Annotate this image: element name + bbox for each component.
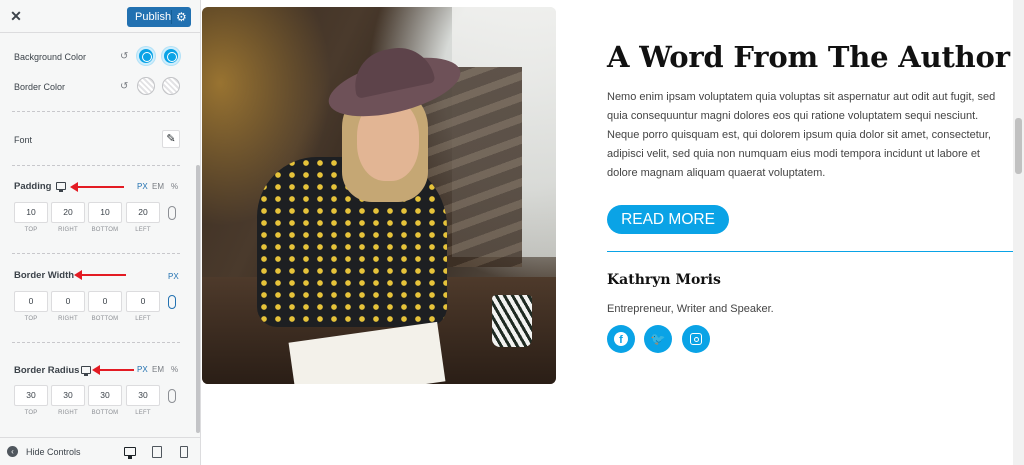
background-color-label: Background Color (14, 52, 87, 62)
divider (12, 342, 180, 343)
annotation-arrow (92, 365, 134, 375)
publish-label: Publish (135, 11, 172, 23)
hide-controls-icon[interactable]: ‹ (7, 446, 18, 457)
font-label: Font (14, 135, 33, 145)
publish-button[interactable]: Publish ⚙ (127, 7, 191, 27)
border-width-left-input[interactable]: 0 (126, 291, 160, 312)
author-role: Entrepreneur, Writer and Speaker. (607, 303, 774, 315)
caption-right: RIGHT (58, 410, 78, 416)
caption-right: RIGHT (58, 316, 78, 322)
caption-top: TOP (24, 410, 38, 416)
unit-px[interactable]: PX (137, 365, 148, 374)
sidebar-footer: ‹ Hide Controls (0, 437, 200, 465)
author-photo (202, 7, 556, 384)
border-color-label: Border Color (14, 82, 66, 92)
border-radius-right-input[interactable]: 30 (51, 385, 85, 406)
unit-percent[interactable]: % (171, 182, 178, 191)
sidebar-header: ✕ Publish ⚙ (0, 0, 200, 33)
unit-em[interactable]: EM (152, 182, 164, 191)
customizer-sidebar: ✕ Publish ⚙ Background Color ↺ Border Co… (0, 0, 201, 465)
border-radius-left-input[interactable]: 30 (126, 385, 160, 406)
link-values-icon[interactable] (168, 389, 176, 403)
caption-left: LEFT (135, 316, 151, 322)
instagram-icon[interactable] (682, 325, 710, 353)
border-width-label: Border Width (14, 270, 75, 281)
read-more-button[interactable]: READ MORE (607, 205, 729, 234)
border-width-bottom-input[interactable]: 0 (88, 291, 122, 312)
border-radius-label: Border Radius (14, 365, 80, 376)
caption-bottom: BOTTOM (91, 410, 119, 416)
section-body-text: Nemo enim ipsam voluptatem quia voluptas… (607, 91, 996, 179)
divider (12, 253, 180, 254)
divider (12, 165, 180, 166)
annotation-arrow (74, 270, 126, 280)
gear-icon[interactable]: ⚙ (176, 9, 187, 25)
hide-controls-button[interactable]: Hide Controls (26, 447, 81, 457)
divider-line (607, 251, 1013, 252)
padding-top-input[interactable]: 10 (14, 202, 48, 223)
caption-right: RIGHT (58, 227, 78, 233)
preview-scrollbar[interactable] (1015, 118, 1022, 174)
pencil-icon: ✎ (166, 133, 176, 145)
border-width-top-input[interactable]: 0 (14, 291, 48, 312)
caption-bottom: BOTTOM (91, 316, 119, 322)
facebook-icon[interactable]: f (607, 325, 635, 353)
link-values-icon[interactable] (168, 206, 176, 220)
caption-top: TOP (24, 227, 38, 233)
caption-top: TOP (24, 316, 38, 322)
border-width-right-input[interactable]: 0 (51, 291, 85, 312)
padding-bottom-input[interactable]: 10 (88, 202, 122, 223)
reset-icon[interactable]: ↺ (120, 51, 128, 63)
tablet-preview-icon[interactable] (152, 446, 162, 458)
edit-font-button[interactable]: ✎ (162, 130, 180, 148)
divider (12, 111, 180, 112)
border-radius-bottom-input[interactable]: 30 (88, 385, 122, 406)
background-color-swatch[interactable] (137, 47, 155, 65)
border-radius-top-input[interactable]: 30 (14, 385, 48, 406)
padding-label: Padding (14, 181, 52, 192)
close-icon[interactable]: ✕ (9, 8, 23, 24)
desktop-preview-icon[interactable] (124, 447, 136, 459)
unit-percent[interactable]: % (171, 365, 178, 374)
sidebar-scrollbar[interactable] (196, 165, 200, 433)
unit-px[interactable]: PX (168, 272, 179, 281)
border-hover-color-swatch[interactable] (162, 77, 180, 95)
preview-scrollbar-track (1013, 0, 1024, 465)
unit-px[interactable]: PX (137, 182, 148, 191)
padding-right-input[interactable]: 20 (51, 202, 85, 223)
caption-bottom: BOTTOM (91, 227, 119, 233)
mobile-preview-icon[interactable] (180, 446, 188, 458)
caption-left: LEFT (135, 410, 151, 416)
padding-left-input[interactable]: 20 (126, 202, 160, 223)
reset-icon[interactable]: ↺ (120, 81, 128, 93)
border-color-swatch[interactable] (137, 77, 155, 95)
twitter-icon[interactable]: 🐦 (644, 325, 672, 353)
annotation-arrow (70, 182, 124, 192)
monitor-icon[interactable] (56, 182, 66, 192)
section-heading: A Word From The Author (607, 40, 1010, 74)
unit-em[interactable]: EM (152, 365, 164, 374)
background-hover-color-swatch[interactable] (162, 47, 180, 65)
link-values-icon[interactable] (168, 295, 176, 309)
monitor-icon[interactable] (81, 366, 91, 376)
publish-separator (171, 10, 172, 24)
caption-left: LEFT (135, 227, 151, 233)
author-name: Kathryn Moris (607, 272, 721, 288)
